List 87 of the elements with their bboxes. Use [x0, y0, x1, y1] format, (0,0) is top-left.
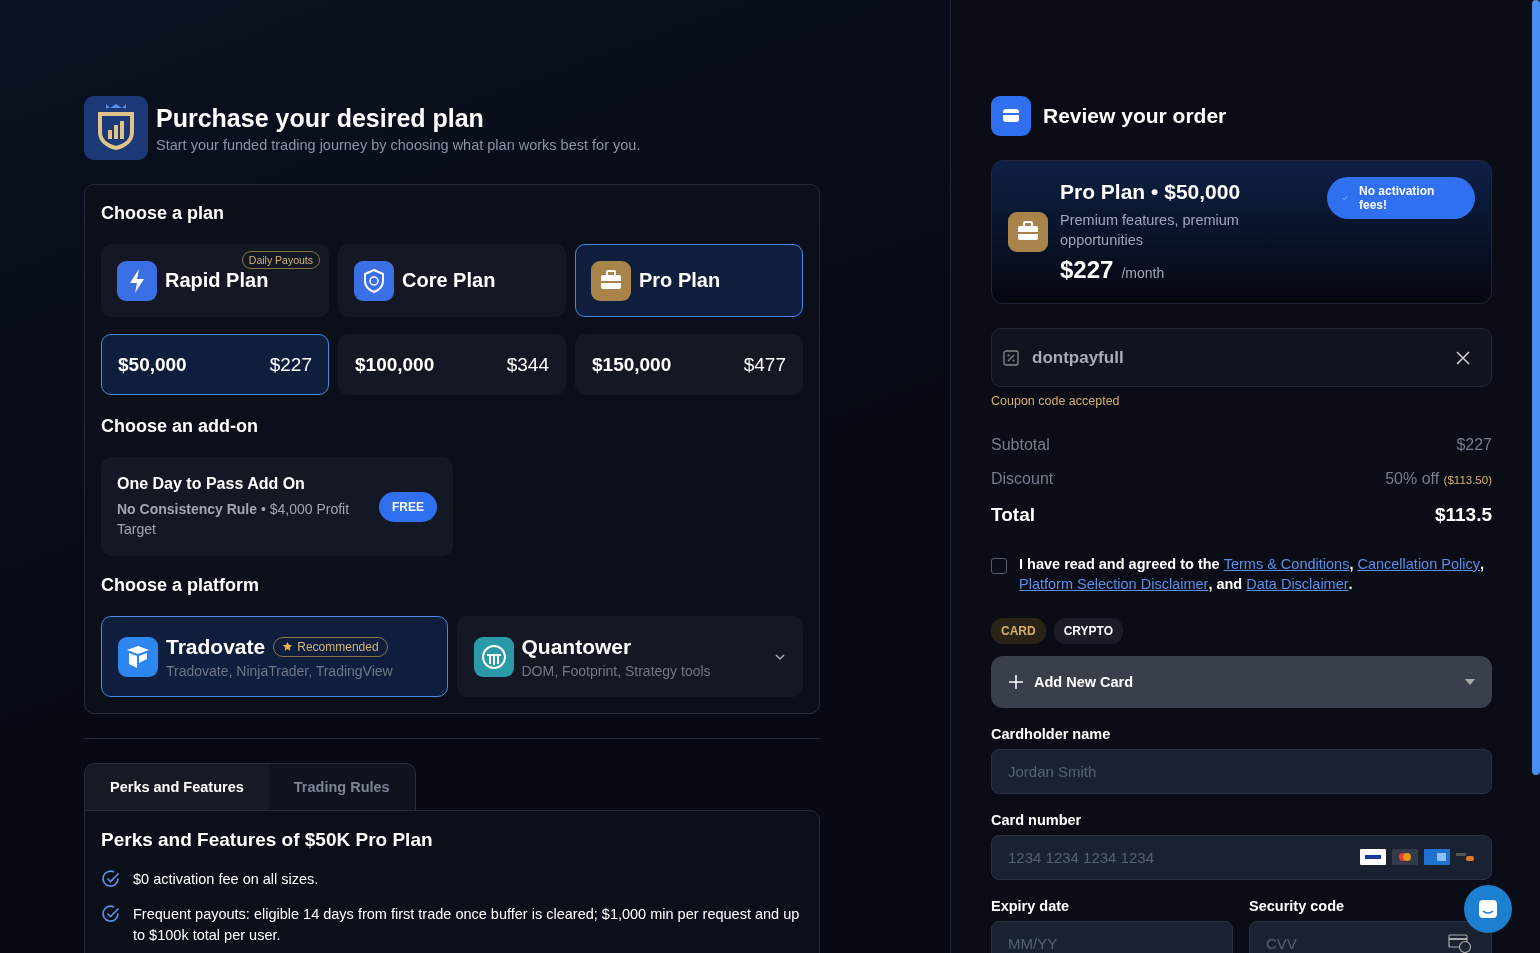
total-label: Total [991, 504, 1035, 526]
page-subtitle: Start your funded trading journey by choosing what plan works best for you. [156, 136, 641, 153]
lightning-icon [117, 260, 157, 301]
billing-period: /month [1121, 265, 1165, 281]
platform-description: DOM, Footprint, Strategy tools [521, 662, 712, 679]
coupon-status: Coupon code accepted [991, 394, 1121, 408]
close-icon[interactable] [1455, 349, 1471, 366]
order-plan-description: Premium features, premium opportunities [1060, 211, 1240, 250]
plus-icon [1008, 674, 1024, 690]
tab[interactable]: Trading Rules [268, 764, 415, 810]
credit-card-icon [991, 96, 1031, 136]
plan-price: $477 [743, 353, 786, 376]
policy-link[interactable]: Platform Selection Disclaimer [1019, 576, 1209, 592]
perks-title: Perks and Features of $50K Pro Plan [101, 829, 434, 851]
policy-link[interactable]: Data Disclaimer [1246, 576, 1349, 592]
no-fee-badge: No activation fees! [1327, 177, 1475, 219]
coupon-field[interactable]: dontpayfull [991, 328, 1492, 387]
platform-option[interactable]: Quantower DOM, Footprint, Strategy tools [456, 616, 803, 697]
platform-name: Quantower [521, 634, 632, 659]
plan-price: $227 [269, 353, 312, 376]
card-brand-icon [1392, 849, 1418, 865]
input-field[interactable]: CVV [1249, 921, 1492, 953]
shield-dollar-icon [354, 260, 394, 301]
field-label: Expiry date [991, 898, 1071, 914]
perk-text: $0 activation fee on all sizes. [133, 870, 319, 889]
payment-method-tab[interactable]: CRYPTO [1053, 618, 1123, 644]
tab[interactable]: Perks and Features [85, 764, 269, 810]
summary-value: $227 [1456, 436, 1492, 454]
input-field[interactable]: Jordan Smith [991, 749, 1492, 794]
check-icon [1341, 194, 1349, 202]
field-label: Card number [991, 812, 1083, 828]
card-brand-icon [1360, 849, 1386, 865]
price-badge: FREE [379, 491, 437, 522]
account-size-option[interactable]: $100,000 $344 [338, 334, 566, 395]
star-icon [282, 641, 294, 652]
plan-price: $344 [506, 353, 549, 376]
agreement-checkbox[interactable] [991, 558, 1007, 574]
briefcase-icon [591, 260, 631, 301]
chat-icon [1476, 897, 1500, 921]
section-heading: Choose an add-on [101, 416, 259, 437]
coupon-icon [1002, 348, 1020, 367]
shield-chart-icon [84, 96, 148, 160]
caret-icon [1465, 679, 1475, 685]
section-heading: Choose a platform [101, 575, 261, 596]
addon-option[interactable]: One Day to Pass Add On No Consistency Rule • $4,000 Profit Target FREE [101, 457, 453, 556]
field-label: Security code [1249, 898, 1346, 914]
account-size-option[interactable]: $150,000 $477 [575, 334, 803, 395]
platform-description: Tradovate, NinjaTrader, TradingView [166, 662, 394, 679]
order-plan-title: Pro Plan • $50,000 [1060, 180, 1241, 204]
total-value: $113.5 [1434, 504, 1492, 526]
card-brand-icon [1456, 853, 1474, 861]
summary-value: 50% off ($113.50) [1385, 470, 1492, 488]
check-circle-icon [101, 904, 121, 924]
summary-label: Discount [991, 470, 1054, 488]
check-circle-icon [101, 869, 121, 889]
account-size: $50,000 [118, 353, 187, 376]
tower-logo-icon [473, 636, 514, 677]
account-size: $150,000 [592, 353, 672, 376]
card-select[interactable]: Add New Card [991, 656, 1492, 708]
policy-link[interactable]: Terms & Conditions [1223, 556, 1350, 572]
payment-method-tab[interactable]: CARD [991, 618, 1046, 644]
panel-title: Review your order [1043, 104, 1227, 128]
cube-logo-icon [118, 636, 158, 677]
section-heading: Choose a plan [101, 203, 226, 224]
order-price: $227 [1060, 256, 1114, 284]
summary-label: Subtotal [991, 436, 1050, 454]
platform-name: Tradovate [166, 634, 266, 659]
card-code-icon [1448, 933, 1472, 953]
platform-option[interactable]: Tradovate Recommended Tradovate, NinjaTrader, TradingView [101, 616, 448, 697]
perk-text: Frequent payouts: eligible 14 days from first trade once buffer is cleared; $1,000 min per request and up to $100k total per user. [133, 905, 801, 945]
plan-option[interactable]: Pro Plan [575, 244, 803, 317]
input-field[interactable]: 1234 1234 1234 1234 [991, 835, 1492, 880]
briefcase-icon [1008, 212, 1048, 252]
agreement-text: I have read and agreed to the Terms & Conditions, Cancellation Policy, Platform Selection Disclaimer, and Data Disclaimer. [1019, 555, 1485, 594]
policy-link[interactable]: Cancellation Policy [1357, 556, 1480, 572]
account-size-option[interactable]: $50,000 $227 [101, 334, 329, 395]
page-title: Purchase your desired plan [156, 103, 485, 133]
scrollbar[interactable] [1532, 0, 1540, 775]
addon-description: No Consistency Rule • $4,000 Profit Target [117, 499, 351, 539]
chat-button[interactable] [1464, 885, 1512, 933]
input-field[interactable]: MM/YY [991, 921, 1233, 953]
plan-option[interactable]: Daily Payouts Rapid Plan [101, 244, 329, 317]
account-size: $100,000 [355, 353, 435, 376]
addon-title: One Day to Pass Add On [117, 474, 306, 493]
field-label: Cardholder name [991, 726, 1112, 742]
card-brand-icon [1424, 849, 1450, 865]
plan-option[interactable]: Core Plan [338, 244, 566, 317]
